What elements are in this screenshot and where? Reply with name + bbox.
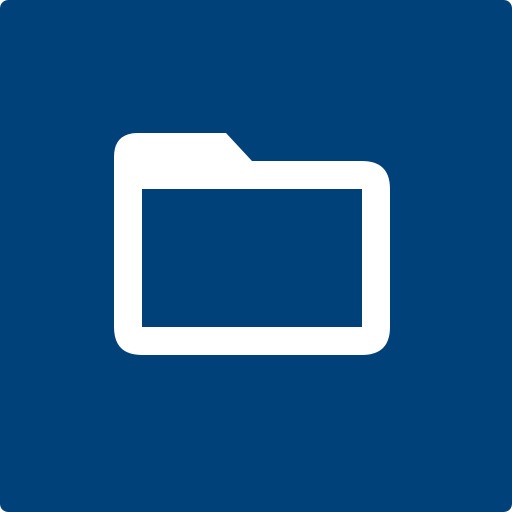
folder-app-icon-graphic <box>0 0 512 512</box>
tile-background <box>0 0 512 512</box>
folder-app-tile[interactable] <box>0 0 512 512</box>
